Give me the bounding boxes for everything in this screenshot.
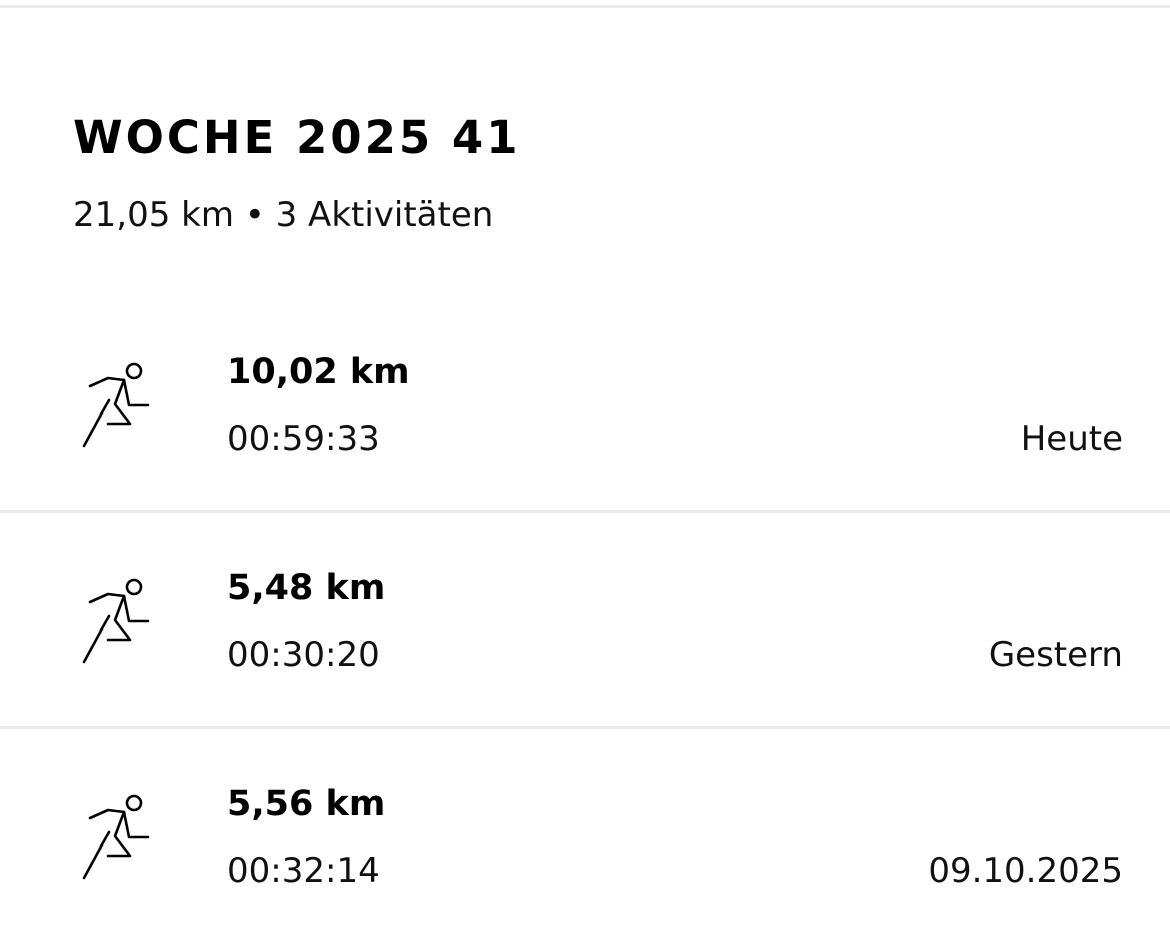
activity-row[interactable]: 10,02 km 00:59:33 Heute: [0, 297, 1170, 513]
activity-distance: 5,48 km: [227, 568, 386, 608]
activity-duration: 00:30:20: [227, 635, 380, 675]
running-icon: [80, 577, 152, 665]
running-icon: [80, 793, 152, 881]
top-divider: [0, 5, 1170, 8]
activity-distance: 5,56 km: [227, 784, 386, 824]
activity-list: 10,02 km 00:59:33 Heute 5,48 km 00:30:20…: [0, 297, 1170, 945]
week-summary: 21,05 km • 3 Aktivitäten: [73, 195, 494, 235]
activity-duration: 00:59:33: [227, 419, 380, 459]
activity-duration: 00:32:14: [227, 851, 380, 891]
week-header: WOCHE 2025 41 21,05 km • 3 Aktivitäten: [73, 110, 1073, 235]
activity-distance: 10,02 km: [227, 352, 410, 392]
running-icon: [80, 361, 152, 449]
activity-date: Gestern: [988, 635, 1123, 675]
activity-row[interactable]: 5,48 km 00:30:20 Gestern: [0, 513, 1170, 729]
activity-date: 09.10.2025: [928, 851, 1123, 891]
activity-date: Heute: [1020, 419, 1123, 459]
activity-row[interactable]: 5,56 km 00:32:14 09.10.2025: [0, 729, 1170, 945]
week-title: WOCHE 2025 41: [73, 111, 521, 164]
